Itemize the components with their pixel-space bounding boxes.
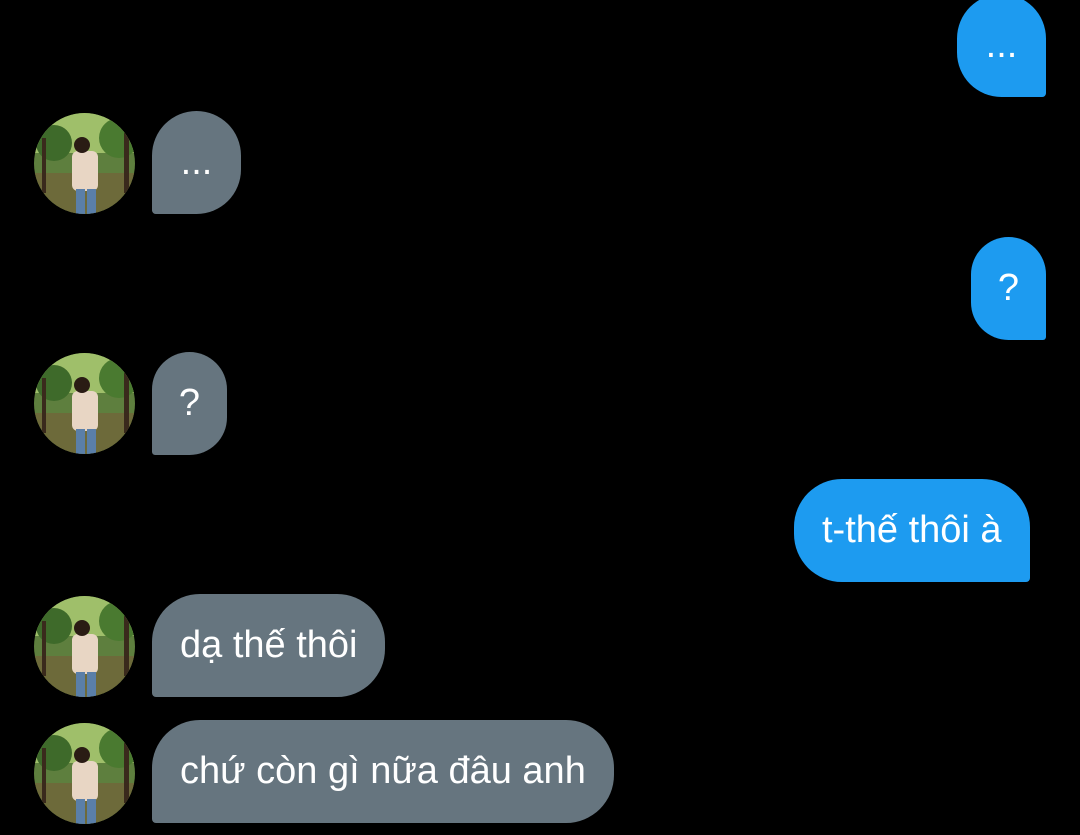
- sender-avatar[interactable]: [34, 723, 135, 824]
- profile-photo-icon: [34, 113, 135, 214]
- message-bubble-outgoing[interactable]: ?: [971, 237, 1046, 340]
- message-bubble-incoming[interactable]: dạ thế thôi: [152, 594, 386, 697]
- message-bubble-incoming[interactable]: chứ còn gì nữa đâu anh: [152, 720, 614, 823]
- message-text: t-thế thôi à: [822, 509, 1002, 551]
- sender-avatar[interactable]: [34, 113, 135, 214]
- message-text: ...: [985, 24, 1018, 66]
- profile-photo-icon: [34, 723, 135, 824]
- message-bubble-incoming[interactable]: ?: [152, 352, 227, 455]
- message-bubble-outgoing[interactable]: t-thế thôi à: [794, 479, 1030, 582]
- message-bubble-outgoing[interactable]: ...: [957, 0, 1046, 97]
- sender-avatar[interactable]: [34, 353, 135, 454]
- profile-photo-icon: [34, 596, 135, 697]
- message-bubble-incoming[interactable]: ...: [152, 111, 241, 214]
- profile-photo-icon: [34, 353, 135, 454]
- sender-avatar[interactable]: [34, 596, 135, 697]
- message-text: ...: [180, 141, 213, 183]
- message-text: dạ thế thôi: [180, 624, 358, 666]
- message-text: ?: [997, 267, 1020, 309]
- message-text: ?: [178, 382, 201, 424]
- message-text: chứ còn gì nữa đâu anh: [180, 750, 586, 792]
